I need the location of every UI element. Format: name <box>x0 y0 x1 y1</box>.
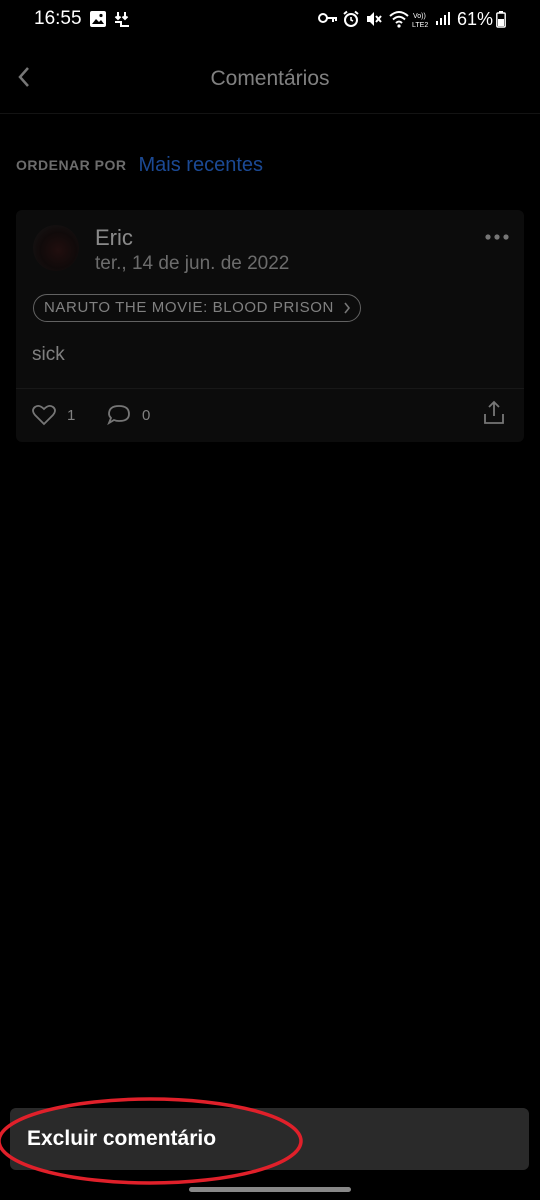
svg-text:Vo)): Vo)) <box>413 13 426 20</box>
download-notify-icon <box>114 12 129 27</box>
comment-date: ter., 14 de jun. de 2022 <box>95 253 290 274</box>
wifi-icon <box>389 11 409 28</box>
status-time: 16:55 <box>34 8 82 29</box>
share-button[interactable] <box>482 400 506 426</box>
battery-icon <box>496 11 506 28</box>
chevron-right-icon <box>344 302 351 314</box>
home-indicator[interactable] <box>189 1187 351 1192</box>
comments-content: ORDENAR POR Mais recentes Eric ter., 14 … <box>0 114 540 1200</box>
like-count: 1 <box>67 406 76 424</box>
svg-text:LTE2: LTE2 <box>412 22 428 29</box>
delete-comment-button[interactable]: Excluir comentário <box>27 1127 216 1151</box>
comment-text: sick <box>32 344 65 365</box>
comment-author[interactable]: Eric <box>95 225 133 251</box>
speech-bubble-icon <box>107 405 130 426</box>
like-button[interactable]: 1 <box>31 400 75 430</box>
reply-count: 0 <box>142 406 151 424</box>
mute-icon <box>367 12 382 26</box>
image-icon <box>90 11 106 27</box>
alarm-icon <box>343 10 359 27</box>
lte-icon: Vo)) LTE2 <box>412 13 428 29</box>
action-sheet: Excluir comentário <box>10 1108 529 1170</box>
sort-row: ORDENAR POR Mais recentes <box>16 150 263 180</box>
app-header: Comentários <box>0 40 540 113</box>
sort-dropdown[interactable]: Mais recentes <box>139 154 264 177</box>
more-options-button[interactable] <box>484 230 510 244</box>
card-divider <box>16 388 524 389</box>
status-bar: 16:55 Vo)) LTE2 61% <box>0 0 540 40</box>
signal-icon <box>436 12 450 25</box>
title-tag-label: NARUTO THE MOVIE: BLOOD PRISON <box>44 299 334 316</box>
comment-card: Eric ter., 14 de jun. de 2022 NARUTO THE… <box>16 210 524 442</box>
heart-icon <box>32 404 56 426</box>
more-horizontal-icon <box>485 234 509 240</box>
page-title: Comentários <box>210 67 330 90</box>
battery-percent: 61% <box>457 9 494 29</box>
reply-button[interactable]: 0 <box>106 400 150 430</box>
vpn-key-icon <box>318 13 337 23</box>
sort-label: ORDENAR POR <box>16 157 127 173</box>
share-icon <box>484 400 504 424</box>
avatar[interactable] <box>33 225 79 271</box>
title-tag-chip[interactable]: NARUTO THE MOVIE: BLOOD PRISON <box>33 294 361 322</box>
